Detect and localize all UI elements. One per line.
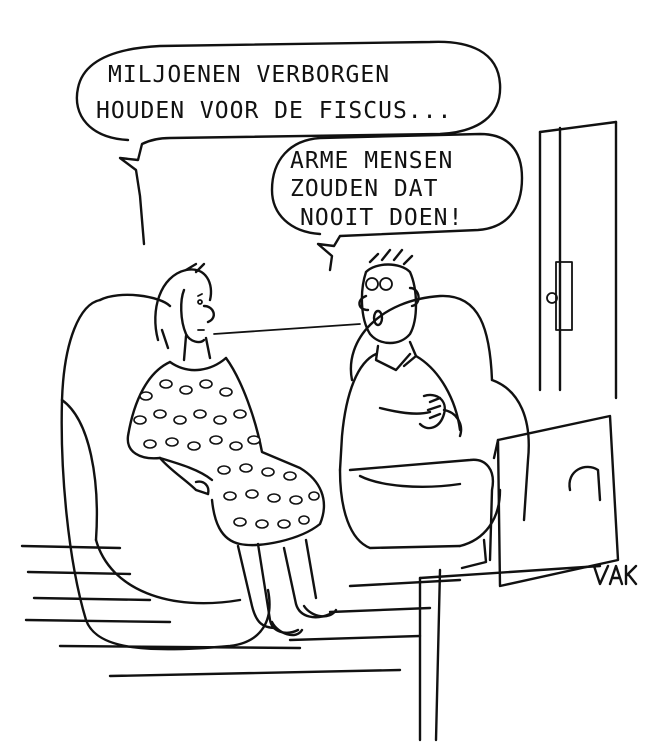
man-speech-bubble: ARME MENSEN ZOUDEN DAT NOOIT DOEN! <box>270 132 524 272</box>
man-speech-line-2: ZOUDEN DAT <box>290 176 438 202</box>
foreground-table <box>418 564 602 742</box>
floor-lines <box>20 544 462 678</box>
foreground-tv <box>492 414 620 588</box>
man-armchair <box>338 294 530 550</box>
man-speech-line-3: NOOIT DOEN! <box>300 205 463 231</box>
man-figure <box>338 248 495 570</box>
gaze-line <box>213 323 361 335</box>
man-speech-line-1: ARME MENSEN <box>290 148 453 174</box>
door <box>538 120 618 400</box>
woman-armchair <box>60 293 271 651</box>
woman-speech-line-1: MILJOENEN VERBORGEN <box>108 62 390 88</box>
woman-speech-line-2: HOUDEN VOOR DE FISCUS... <box>96 98 452 124</box>
artist-signature <box>592 564 638 586</box>
woman-figure <box>126 262 338 637</box>
cartoon-illustration: MILJOENEN VERBORGEN HOUDEN VOOR DE FISCU… <box>20 40 638 742</box>
